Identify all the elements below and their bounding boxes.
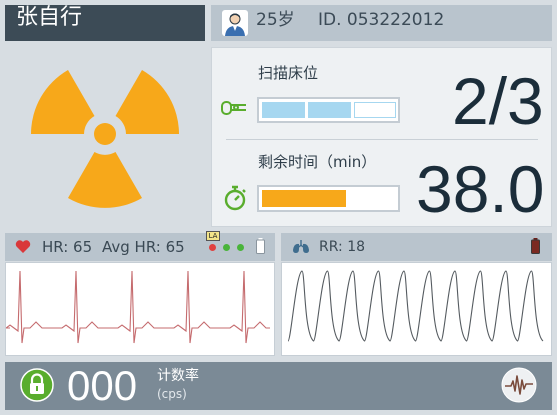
battery-icon xyxy=(256,238,265,254)
scan-divider xyxy=(226,139,538,140)
bed-position-label: 扫描床位 xyxy=(258,64,319,82)
lungs-icon xyxy=(293,240,309,253)
radiation-icon xyxy=(31,70,179,208)
count-rate-label: 计数率 xyxy=(157,368,199,384)
patient-id: ID. 053222012 xyxy=(318,10,445,30)
lock-icon[interactable] xyxy=(20,368,54,402)
heart-icon xyxy=(15,240,31,253)
lead-status-dot-green-1 xyxy=(223,244,230,251)
bed-position-value: 2/3 xyxy=(452,64,544,138)
battery-icon xyxy=(531,238,540,254)
respiration-waveform-area xyxy=(281,262,552,356)
bed-segment-2 xyxy=(308,102,351,118)
count-rate-unit: (cps) xyxy=(157,387,187,401)
remaining-time-bar xyxy=(257,185,400,212)
stopwatch-icon xyxy=(224,185,246,211)
remaining-time-fill xyxy=(262,190,346,207)
count-rate-value: 000 xyxy=(67,362,138,409)
lead-status-dot-red xyxy=(209,244,216,251)
avg-heart-rate: Avg HR: 65 xyxy=(102,238,185,256)
remaining-time-value: 38.0 xyxy=(416,152,545,226)
respiration-rate: RR: 18 xyxy=(319,239,366,255)
patient-age: 25岁 xyxy=(256,10,295,30)
respiration-waveform xyxy=(287,270,544,342)
ecg-waveform xyxy=(4,270,270,344)
bed-icon xyxy=(221,101,246,115)
lead-badge: LA xyxy=(206,231,220,241)
patient-name: 张自行 xyxy=(16,5,83,30)
waveform-icon[interactable] xyxy=(501,367,537,403)
avatar-icon xyxy=(222,10,248,36)
lead-status-dot-green-2 xyxy=(237,244,244,251)
ecg-waveform-area xyxy=(4,262,275,356)
remaining-time-label: 剩余时间（min） xyxy=(258,153,377,171)
heart-rate: HR: 65 xyxy=(42,238,93,256)
bed-segment-1 xyxy=(262,102,305,118)
bed-segment-3 xyxy=(354,102,396,118)
bed-progress-bar xyxy=(257,97,400,123)
